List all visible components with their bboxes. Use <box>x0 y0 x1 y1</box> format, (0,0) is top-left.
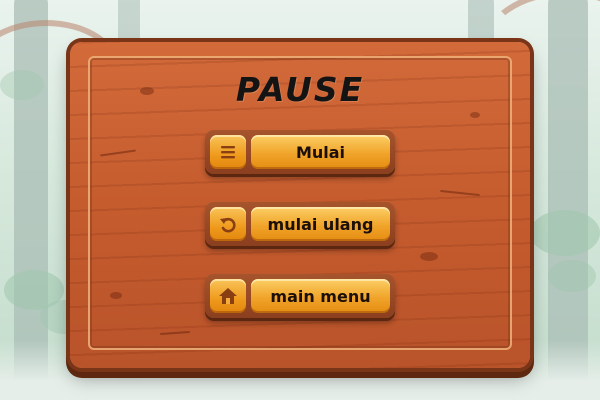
home-icon <box>210 279 246 313</box>
pause-title: PAUSE <box>235 70 365 109</box>
restart-button-label: mulai ulang <box>251 207 390 241</box>
menu-lines-icon <box>210 135 246 169</box>
restart-button[interactable]: mulai ulang <box>205 202 395 246</box>
main-menu-button-label: main menu <box>251 279 390 313</box>
resume-button[interactable]: Mulai <box>205 130 395 174</box>
restart-arrow-icon <box>210 207 246 241</box>
resume-button-label: Mulai <box>251 135 390 169</box>
pause-panel: PAUSE Mulai mulai ulang main menu <box>70 42 530 368</box>
main-menu-button[interactable]: main menu <box>205 274 395 318</box>
